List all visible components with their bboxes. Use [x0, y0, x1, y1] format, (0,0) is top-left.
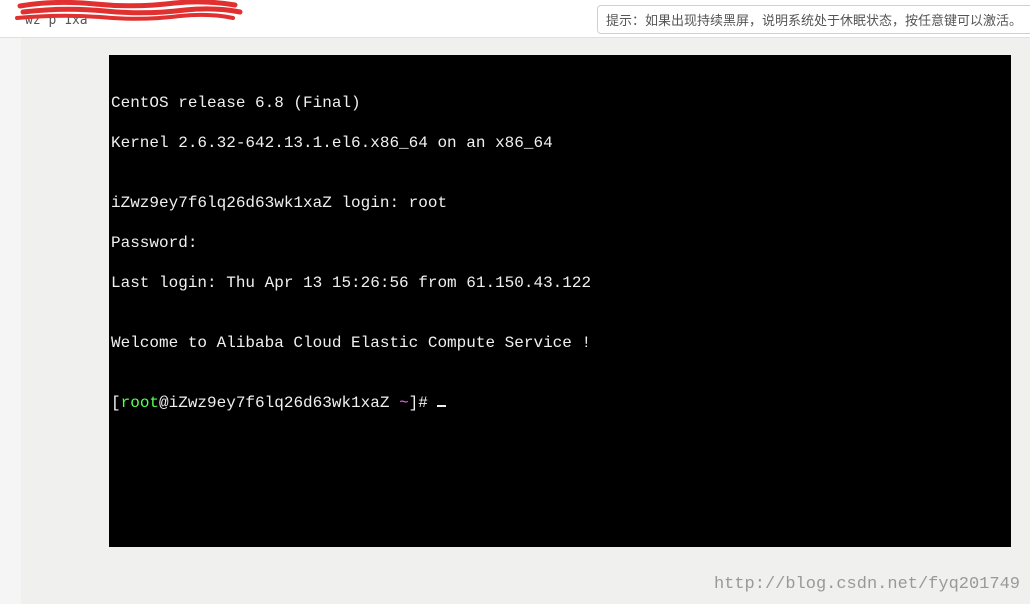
terminal-prompt-line[interactable]: [root@iZwz9ey7f6lq26d63wk1xaZ ~]#	[111, 393, 1009, 413]
terminal-line: Kernel 2.6.32-642.13.1.el6.x86_64 on an …	[111, 133, 1009, 153]
terminal-password-line: Password:	[111, 233, 1009, 253]
terminal-cursor	[437, 405, 446, 407]
terminal-lastlogin-line: Last login: Thu Apr 13 15:26:56 from 61.…	[111, 273, 1009, 293]
terminal-line: CentOS release 6.8 (Final)	[111, 93, 1009, 113]
red-scribble-redaction	[15, 0, 245, 26]
prompt-bracket-close: ]#	[409, 394, 438, 412]
terminal-welcome-line: Welcome to Alibaba Cloud Elastic Compute…	[111, 333, 1009, 353]
main-content-area: CentOS release 6.8 (Final) Kernel 2.6.32…	[21, 38, 1030, 604]
hint-text: 提示：如果出现持续黑屏，说明系统处于休眠状态，按任意键可以激活。	[606, 13, 1022, 28]
prompt-tilde: ~	[399, 394, 409, 412]
watermark-url: http://blog.csdn.net/fyq201749	[714, 575, 1020, 594]
terminal-console[interactable]: CentOS release 6.8 (Final) Kernel 2.6.32…	[109, 55, 1011, 547]
prompt-user: root	[121, 394, 159, 412]
prompt-host: @iZwz9ey7f6lq26d63wk1xaZ	[159, 394, 399, 412]
terminal-login-line: iZwz9ey7f6lq26d63wk1xaZ login: root	[111, 193, 1009, 213]
status-hint-box: 提示：如果出现持续黑屏，说明系统处于休眠状态，按任意键可以激活。	[597, 5, 1030, 34]
prompt-bracket-open: [	[111, 394, 121, 412]
redacted-hostname-area: wz p 1xa	[15, 0, 245, 25]
header-bar: wz p 1xa 提示：如果出现持续黑屏，说明系统处于休眠状态，按任意键可以激活…	[0, 0, 1030, 38]
